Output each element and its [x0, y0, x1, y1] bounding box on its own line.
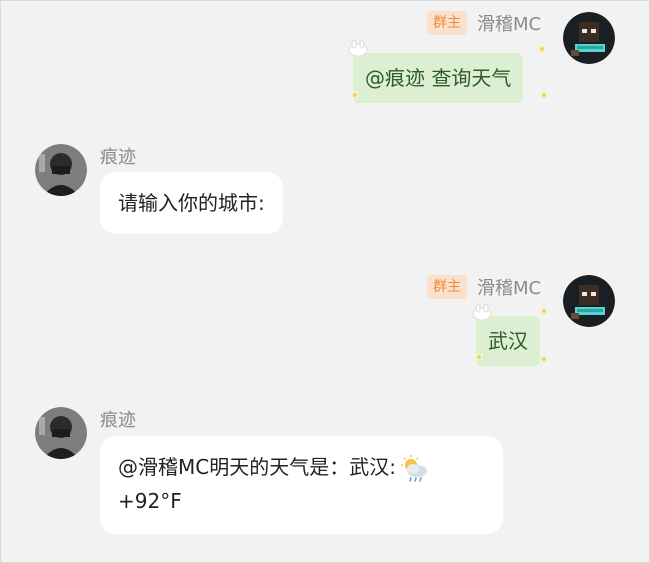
message-text: 武汉 [488, 329, 528, 353]
flower-ornament-icon [475, 353, 483, 361]
flower-ornament-icon [538, 45, 546, 53]
message-text: 请输入你的城市: [118, 191, 265, 215]
message-text: +92°F [118, 489, 182, 513]
owner-badge: 群主 [427, 11, 467, 35]
minecraft-avatar-icon [563, 12, 615, 64]
sender-name[interactable]: 滑稽MC [477, 274, 541, 300]
message-bubble[interactable]: 请输入你的城市: [100, 172, 283, 234]
avatar-henji[interactable] [35, 144, 87, 196]
person-avatar-icon [35, 144, 87, 196]
owner-badge: 群主 [427, 275, 467, 299]
sender-name[interactable]: 痕迹 [100, 143, 136, 169]
sender-name[interactable]: 滑稽MC [477, 10, 541, 36]
message-bubble[interactable]: @痕迹 查询天气 [351, 51, 526, 105]
flower-ornament-icon [540, 307, 548, 315]
cloud-rain-sun-icon [400, 454, 427, 482]
sender-name[interactable]: 痕迹 [100, 406, 136, 432]
message-bubble[interactable]: @滑稽MC明天的天气是：武汉: +92°F [100, 436, 503, 534]
avatar-henji[interactable] [35, 407, 87, 459]
flower-ornament-icon [540, 91, 548, 99]
person-avatar-icon [35, 407, 87, 459]
bunny-ornament-icon [472, 304, 492, 320]
avatar-huajimc[interactable] [563, 275, 615, 327]
message-text-line: @滑稽MC明天的天气是：武汉: [118, 450, 485, 484]
bunny-ornament-icon [348, 40, 368, 56]
message-text: @滑稽MC明天的天气是：武汉: [118, 455, 396, 479]
flower-ornament-icon [351, 91, 359, 99]
message-text: @痕迹 查询天气 [365, 66, 512, 90]
chat-window: 群主 滑稽MC @痕迹 查询天气 痕迹 请输入你的城市: 群主 滑稽MC 武汉 … [0, 0, 650, 563]
flower-ornament-icon [540, 355, 548, 363]
minecraft-avatar-icon [563, 275, 615, 327]
avatar-huajimc[interactable] [563, 12, 615, 64]
